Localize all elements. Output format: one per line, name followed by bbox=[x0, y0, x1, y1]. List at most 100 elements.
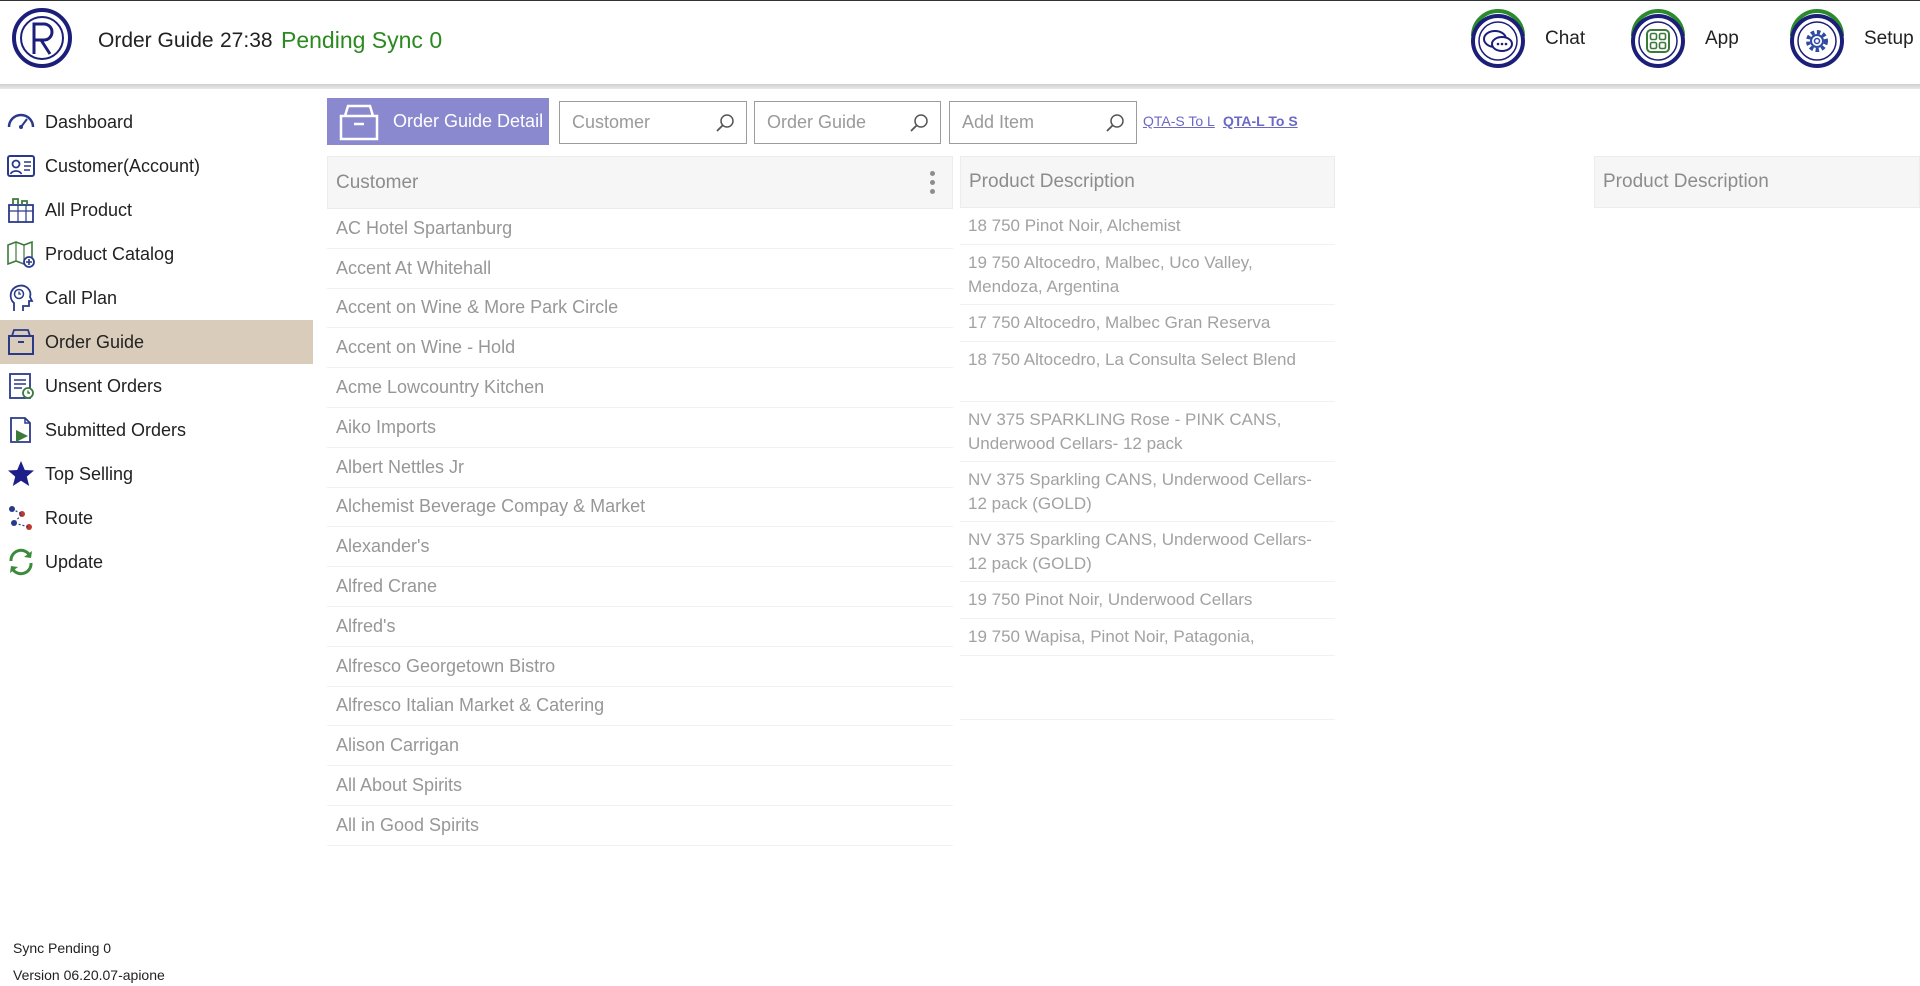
call-plan-icon bbox=[9, 284, 34, 311]
sidebar-item-update[interactable]: Update bbox=[0, 540, 313, 584]
sidebar-item-label: All Product bbox=[45, 199, 133, 220]
app-logo-icon bbox=[12, 8, 72, 68]
chat-icon bbox=[1471, 9, 1525, 68]
chat-button-label: Chat bbox=[1545, 28, 1586, 49]
sidebar-item-label: Route bbox=[45, 507, 94, 528]
qta-l-to-s-link[interactable]: QTA-L To S bbox=[1223, 113, 1298, 129]
order-guide-icon bbox=[8, 329, 34, 355]
app-button[interactable]: App bbox=[1627, 8, 1739, 70]
search-icon[interactable] bbox=[1104, 112, 1126, 134]
sidebar-item-unsent-orders[interactable]: Unsent Orders bbox=[0, 364, 313, 408]
search-icon[interactable] bbox=[908, 112, 930, 134]
product-row[interactable]: NV 375 Sparkling CANS, Underwood Cellars… bbox=[960, 522, 1335, 582]
route-icon bbox=[9, 506, 32, 530]
customer-row[interactable]: Albert Nettles Jr bbox=[327, 448, 953, 488]
sidebar-item-order-guide[interactable]: Order Guide bbox=[0, 320, 313, 364]
header-divider bbox=[0, 84, 1920, 89]
sidebar-item-label: Submitted Orders bbox=[45, 419, 187, 440]
all-product-icon bbox=[8, 198, 34, 223]
sidebar-item-top-selling[interactable]: Top Selling bbox=[0, 452, 313, 496]
customer-list-header: Customer bbox=[327, 156, 953, 209]
unsent-orders-icon bbox=[9, 373, 34, 399]
star-icon bbox=[8, 461, 34, 486]
order-guide-product-description-header: Product Description bbox=[1594, 156, 1920, 208]
app-header: Order Guide 27:38 Pending Sync 0 Chat Ap… bbox=[0, 0, 1920, 84]
sidebar-item-label: Order Guide bbox=[45, 331, 145, 352]
chat-button[interactable]: Chat bbox=[1467, 8, 1585, 70]
product-row[interactable]: 18 750 Pinot Noir, Alchemist bbox=[960, 208, 1335, 245]
app-grid-icon bbox=[1631, 9, 1685, 68]
sidebar-item-label: Product Catalog bbox=[45, 243, 175, 264]
setup-button[interactable]: Setup bbox=[1786, 8, 1914, 70]
order-guide-items-panel: Product Description bbox=[1594, 156, 1920, 208]
customer-rows: AC Hotel Spartanburg Accent At Whitehall A… bbox=[327, 209, 953, 846]
gear-icon bbox=[1790, 9, 1844, 68]
sidebar-item-dashboard[interactable]: Dashboard bbox=[0, 100, 313, 144]
sync-pending-footer: Sync Pending 0 bbox=[13, 940, 112, 956]
product-row[interactable]: NV 375 Sparkling CANS, Underwood Cellars… bbox=[960, 462, 1335, 522]
submitted-orders-icon bbox=[10, 417, 31, 443]
customer-row[interactable]: Alfresco Georgetown Bistro bbox=[327, 647, 953, 687]
more-options-icon[interactable] bbox=[920, 167, 944, 199]
sidebar-item-product-catalog[interactable]: Product Catalog bbox=[0, 232, 313, 276]
product-description-header: Product Description bbox=[960, 156, 1335, 208]
sidebar-item-route[interactable]: Route bbox=[0, 496, 313, 540]
product-row-empty bbox=[960, 656, 1335, 720]
customer-column-header: Customer bbox=[336, 171, 419, 193]
customer-row[interactable]: All in Good Spirits bbox=[327, 806, 953, 846]
app-button-label: App bbox=[1705, 28, 1739, 49]
page-title: Order Guide bbox=[98, 29, 214, 52]
product-row[interactable]: 18 750 Altocedro, La Consulta Select Ble… bbox=[960, 342, 1335, 402]
sidebar-item-label: Top Selling bbox=[45, 463, 134, 484]
product-row[interactable]: 17 750 Altocedro, Malbec Gran Reserva bbox=[960, 305, 1335, 342]
sidebar-nav: Dashboard Customer(Account) All Product … bbox=[0, 100, 313, 584]
customer-row[interactable]: Alfred Crane bbox=[327, 567, 953, 607]
add-item-search-field bbox=[949, 101, 1137, 144]
sidebar-item-submitted-orders[interactable]: Submitted Orders bbox=[0, 408, 313, 452]
order-guide-detail-button[interactable]: Order Guide Detail bbox=[327, 98, 549, 145]
product-catalog-icon bbox=[7, 240, 35, 268]
customer-row[interactable]: Alfresco Italian Market & Catering bbox=[327, 687, 953, 727]
order-guide-detail-label: Order Guide Detail bbox=[393, 111, 544, 131]
customer-search-field bbox=[559, 101, 747, 144]
order-guide-search-field bbox=[754, 101, 941, 144]
sidebar-item-all-product[interactable]: All Product bbox=[0, 188, 313, 232]
customer-row[interactable]: AC Hotel Spartanburg bbox=[327, 209, 953, 249]
setup-button-label: Setup bbox=[1864, 28, 1914, 49]
order-guide-box-icon bbox=[339, 104, 379, 140]
qta-s-to-l-link[interactable]: QTA-S To L bbox=[1143, 113, 1215, 129]
sidebar-item-label: Call Plan bbox=[45, 287, 118, 308]
product-row[interactable]: NV 375 SPARKLING Rose - PINK CANS, Under… bbox=[960, 402, 1335, 462]
pending-sync-status: Pending Sync 0 bbox=[281, 27, 443, 53]
refresh-icon bbox=[9, 548, 33, 576]
sidebar-item-label: Customer(Account) bbox=[45, 155, 201, 176]
customer-row[interactable]: Alison Carrigan bbox=[327, 726, 953, 767]
product-row[interactable]: 19 750 Wapisa, Pinot Noir, Patagonia, bbox=[960, 619, 1335, 656]
customer-list-panel: Customer AC Hotel Spartanburg Accent At W… bbox=[327, 156, 953, 846]
customer-row[interactable]: Accent on Wine & More Park Circle bbox=[327, 289, 953, 329]
search-icon[interactable] bbox=[714, 112, 736, 134]
product-list-panel: Product Description 18 750 Pinot Noir, A… bbox=[960, 156, 1335, 720]
customer-row[interactable]: Accent At Whitehall bbox=[327, 249, 953, 289]
customer-row[interactable]: Alchemist Beverage Compay & Market bbox=[327, 488, 953, 528]
sidebar-item-label: Update bbox=[45, 551, 104, 572]
dashboard-icon bbox=[7, 113, 35, 129]
customer-row[interactable]: Accent on Wine - Hold bbox=[327, 328, 953, 369]
sidebar-item-label: Unsent Orders bbox=[45, 375, 163, 396]
product-rows: 18 750 Pinot Noir, Alchemist 19 750 Altoc… bbox=[960, 208, 1335, 720]
add-item-input[interactable] bbox=[950, 112, 1104, 133]
order-guide-search-input[interactable] bbox=[755, 112, 908, 133]
product-row[interactable]: 19 750 Altocedro, Malbec, Uco Valley, Me… bbox=[960, 245, 1335, 305]
customer-row[interactable]: Acme Lowcountry Kitchen bbox=[327, 368, 953, 408]
session-timer: 27:38 bbox=[220, 29, 273, 52]
product-row[interactable]: 19 750 Pinot Noir, Underwood Cellars bbox=[960, 582, 1335, 619]
customer-row[interactable]: Alexander's bbox=[327, 527, 953, 568]
customer-row[interactable]: All About Spirits bbox=[327, 766, 953, 806]
sidebar-item-call-plan[interactable]: Call Plan bbox=[0, 276, 313, 320]
customer-row[interactable]: Aiko Imports bbox=[327, 408, 953, 448]
sidebar-item-customer-account[interactable]: Customer(Account) bbox=[0, 144, 313, 188]
version-label: Version 06.20.07-apione bbox=[13, 967, 165, 983]
customer-row[interactable]: Alfred's bbox=[327, 607, 953, 647]
customer-search-input[interactable] bbox=[560, 112, 714, 133]
sidebar-item-label: Dashboard bbox=[45, 111, 134, 132]
